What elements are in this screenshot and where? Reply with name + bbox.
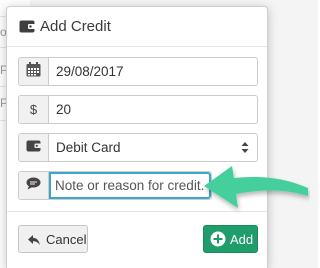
note-input[interactable] [49,172,211,199]
modal-title: Add Credit [40,18,111,35]
amount-field[interactable]: $ 20 [18,95,258,124]
cancel-button[interactable]: Cancel [18,225,88,253]
add-button[interactable]: Add [203,225,258,253]
date-field[interactable]: 29/08/2017 [18,57,258,86]
reply-arrow-icon [28,234,40,245]
dollar-sign: $ [29,102,38,117]
calendar-addon [19,58,49,85]
add-credit-modal: Add Credit 29/08/2017 $ 20 Debit Card No… [6,6,268,268]
modal-header: Add Credit [7,7,267,47]
add-label: Add [230,232,254,247]
currency-addon: $ [19,96,49,123]
comment-icon [26,177,41,195]
screen: o P P Add Credit 29/08/2017 $ 20 Debit C… [0,0,318,268]
date-value: 29/08/2017 [56,64,124,79]
payment-method-select[interactable]: Debit Card [18,133,258,162]
plus-circle-icon [210,231,226,247]
payment-method-value: Debit Card [56,140,121,155]
payment-method-addon [19,134,49,161]
calendar-icon [26,61,41,82]
note-addon [19,172,49,199]
sort-caret-icon [241,141,249,154]
note-field [18,171,212,200]
amount-value: 20 [56,102,72,117]
cancel-label: Cancel [46,232,87,247]
annotation-arrow-icon [204,166,308,208]
modal-footer: Cancel Add [7,211,267,268]
wallet-icon [26,139,41,157]
wallet-icon [19,20,35,33]
